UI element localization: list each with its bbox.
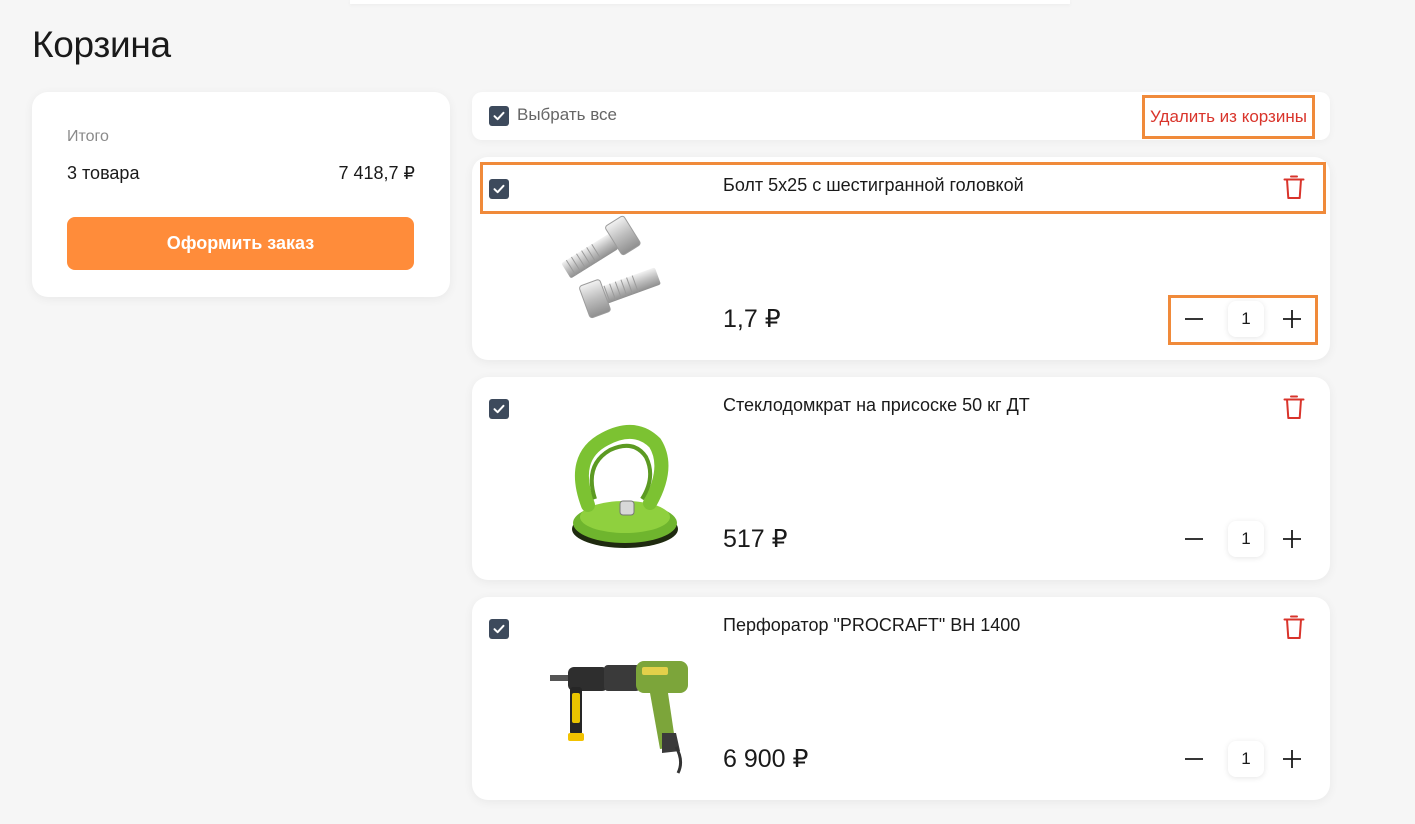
quantity-input[interactable]: 1 bbox=[1228, 301, 1264, 337]
select-all-checkbox[interactable] bbox=[489, 106, 509, 126]
cart-item: Болт 5х25 с шестигранной головкой 1,7 ₽ bbox=[472, 157, 1330, 360]
rotary-hammer-image[interactable] bbox=[550, 637, 700, 777]
item-price: 6 900 ₽ bbox=[723, 745, 809, 773]
quantity-input[interactable]: 1 bbox=[1228, 521, 1264, 557]
item-checkbox[interactable] bbox=[489, 179, 509, 199]
checkmark-icon bbox=[493, 111, 505, 121]
item-name[interactable]: Стеклодомкрат на присоске 50 кг ДТ bbox=[723, 395, 1030, 416]
delete-selected-button[interactable]: Удалить из корзины bbox=[1142, 95, 1315, 139]
summary-count: 3 товара bbox=[67, 163, 140, 183]
trash-icon[interactable] bbox=[1282, 173, 1306, 201]
quantity-stepper: 1 bbox=[1172, 295, 1318, 343]
item-checkbox[interactable] bbox=[489, 619, 509, 639]
order-summary-card: Итого 3 товара 7 418,7 ₽ Оформить заказ bbox=[32, 92, 450, 297]
checkmark-icon bbox=[493, 624, 505, 634]
item-price: 517 ₽ bbox=[723, 525, 788, 553]
plus-icon[interactable] bbox=[1278, 305, 1306, 333]
plus-icon[interactable] bbox=[1278, 745, 1306, 773]
item-name[interactable]: Болт 5х25 с шестигранной головкой bbox=[723, 175, 1024, 196]
select-all-label: Выбрать все bbox=[517, 105, 617, 124]
item-price: 1,7 ₽ bbox=[723, 305, 781, 333]
minus-icon[interactable] bbox=[1180, 745, 1208, 773]
quantity-stepper: 1 bbox=[1172, 735, 1318, 783]
suction-cup-image[interactable] bbox=[550, 417, 700, 557]
select-all-bar: Выбрать все Удалить из корзины bbox=[472, 92, 1330, 140]
cart-item: Стеклодомкрат на присоске 50 кг ДТ 517 ₽… bbox=[472, 377, 1330, 580]
checkmark-icon bbox=[493, 404, 505, 414]
trash-icon[interactable] bbox=[1282, 393, 1306, 421]
item-checkbox[interactable] bbox=[489, 399, 509, 419]
summary-total: 7 418,7 ₽ bbox=[338, 163, 415, 183]
minus-icon[interactable] bbox=[1180, 305, 1208, 333]
checkout-button[interactable]: Оформить заказ bbox=[67, 217, 414, 270]
item-name[interactable]: Перфоратор "PROCRAFT" BH 1400 bbox=[723, 615, 1020, 636]
checkmark-icon bbox=[493, 184, 505, 194]
page-title: Корзина bbox=[32, 24, 171, 65]
cart-item: Перфоратор "PROCRAFT" BH 1400 6 900 ₽ 1 bbox=[472, 597, 1330, 800]
summary-label: Итого bbox=[67, 128, 109, 145]
quantity-input[interactable]: 1 bbox=[1228, 741, 1264, 777]
trash-icon[interactable] bbox=[1282, 613, 1306, 641]
quantity-stepper: 1 bbox=[1172, 515, 1318, 563]
minus-icon[interactable] bbox=[1180, 525, 1208, 553]
plus-icon[interactable] bbox=[1278, 525, 1306, 553]
top-strip bbox=[350, 0, 1070, 4]
bolt-image[interactable] bbox=[550, 197, 700, 337]
